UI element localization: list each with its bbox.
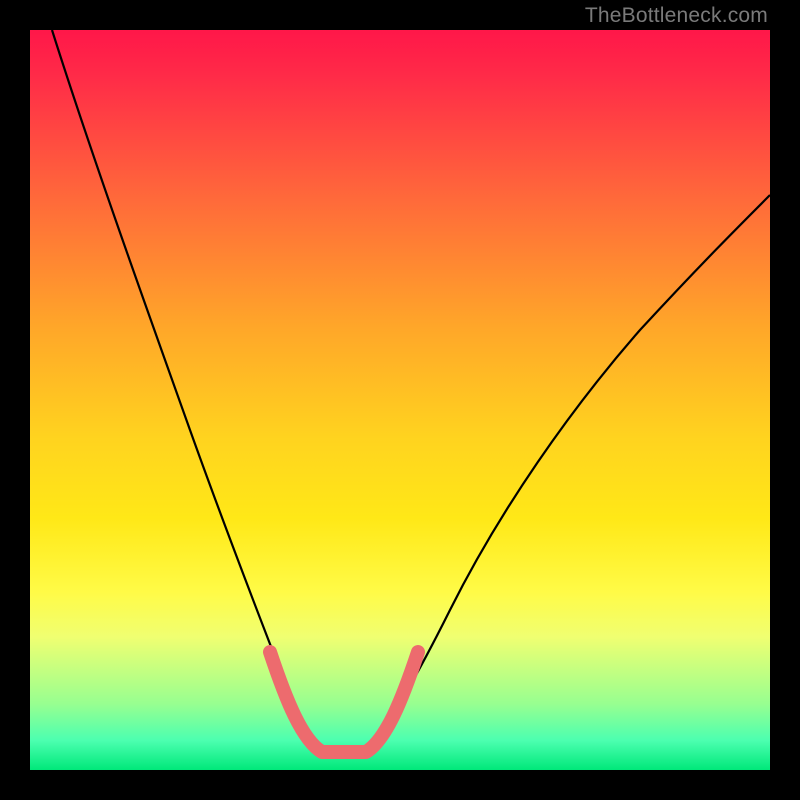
optimal-band-marker <box>270 652 418 752</box>
watermark-text: TheBottleneck.com <box>585 4 768 28</box>
chart-stage: TheBottleneck.com <box>0 0 800 800</box>
bottleneck-curve <box>52 30 770 755</box>
curve-layer <box>30 30 770 770</box>
plot-area <box>30 30 770 770</box>
